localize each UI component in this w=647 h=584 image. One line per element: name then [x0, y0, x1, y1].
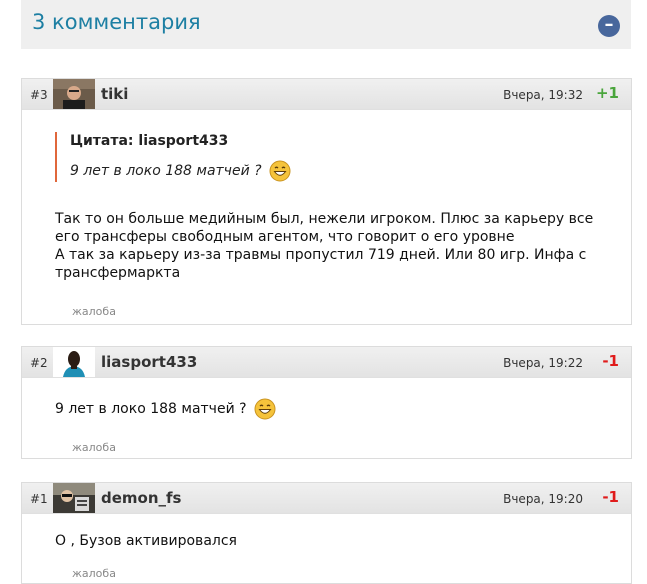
minus-icon: – — [604, 14, 614, 35]
report-link[interactable]: жалоба — [72, 441, 116, 454]
comments-count-title: 3 комментария — [32, 10, 201, 34]
quote-text-content: 9 лет в локо 188 матчей ? — [70, 163, 262, 179]
comment-number: #1 — [30, 492, 48, 506]
comment-header: #2 liasport433 Вчера, 19:22 -1 — [22, 347, 631, 378]
comment-item: #2 liasport433 Вчера, 19:22 -1 9 лет в л… — [21, 346, 632, 459]
avatar[interactable] — [53, 79, 95, 109]
comment-body: О , Бузов активировался — [22, 514, 631, 550]
report-link[interactable]: жалоба — [72, 567, 116, 580]
comment-header: #3 tiki Вчера, 19:32 +1 — [22, 79, 631, 110]
comment-date: Вчера, 19:22 — [503, 356, 583, 370]
comment-author[interactable]: tiki — [101, 85, 128, 103]
comment-rating[interactable]: -1 — [602, 352, 619, 370]
comment-item: #1 demon_fs Вчера, 19:20 -1 О , Бузов ак… — [21, 482, 632, 584]
laughing-smiley-icon — [254, 398, 276, 420]
laughing-smiley-icon — [269, 160, 291, 182]
avatar[interactable] — [53, 483, 95, 513]
comment-date: Вчера, 19:32 — [503, 88, 583, 102]
comment-body: 9 лет в локо 188 матчей ? — [22, 378, 631, 420]
comment-author[interactable]: demon_fs — [101, 489, 181, 507]
comment-number: #3 — [30, 88, 48, 102]
comment-body: Цитата: liasport433 9 лет в локо 188 мат… — [22, 132, 631, 282]
comment-text-line: его трансферы свободным агентом, что гов… — [55, 229, 515, 245]
comment-author[interactable]: liasport433 — [101, 353, 197, 371]
comment-text-line: трансфермаркта — [55, 265, 181, 281]
comment-header: #1 demon_fs Вчера, 19:20 -1 — [22, 483, 631, 514]
quote-block: Цитата: liasport433 9 лет в локо 188 мат… — [55, 132, 550, 182]
comment-rating[interactable]: -1 — [602, 488, 619, 506]
comment-text-line: А так за карьеру из-за травмы пропустил … — [55, 247, 587, 263]
collapse-button[interactable]: – — [598, 15, 620, 37]
comment-text: Так то он больше медийным был, нежели иг… — [55, 210, 631, 282]
comment-item: #3 tiki Вчера, 19:32 +1 Цитата: liasport… — [21, 78, 632, 325]
comment-text: 9 лет в локо 188 матчей ? — [55, 401, 247, 417]
comment-date: Вчера, 19:20 — [503, 492, 583, 506]
comment-rating[interactable]: +1 — [596, 84, 619, 102]
quote-text: 9 лет в локо 188 матчей ? — [70, 160, 550, 182]
comment-text-line: Так то он больше медийным был, нежели иг… — [55, 211, 594, 227]
comment-text: О , Бузов активировался — [55, 533, 237, 549]
comments-header: 3 комментария – — [21, 0, 631, 49]
report-link[interactable]: жалоба — [72, 305, 116, 318]
avatar[interactable] — [53, 347, 95, 377]
comment-number: #2 — [30, 356, 48, 370]
quote-title: Цитата: liasport433 — [70, 133, 229, 149]
